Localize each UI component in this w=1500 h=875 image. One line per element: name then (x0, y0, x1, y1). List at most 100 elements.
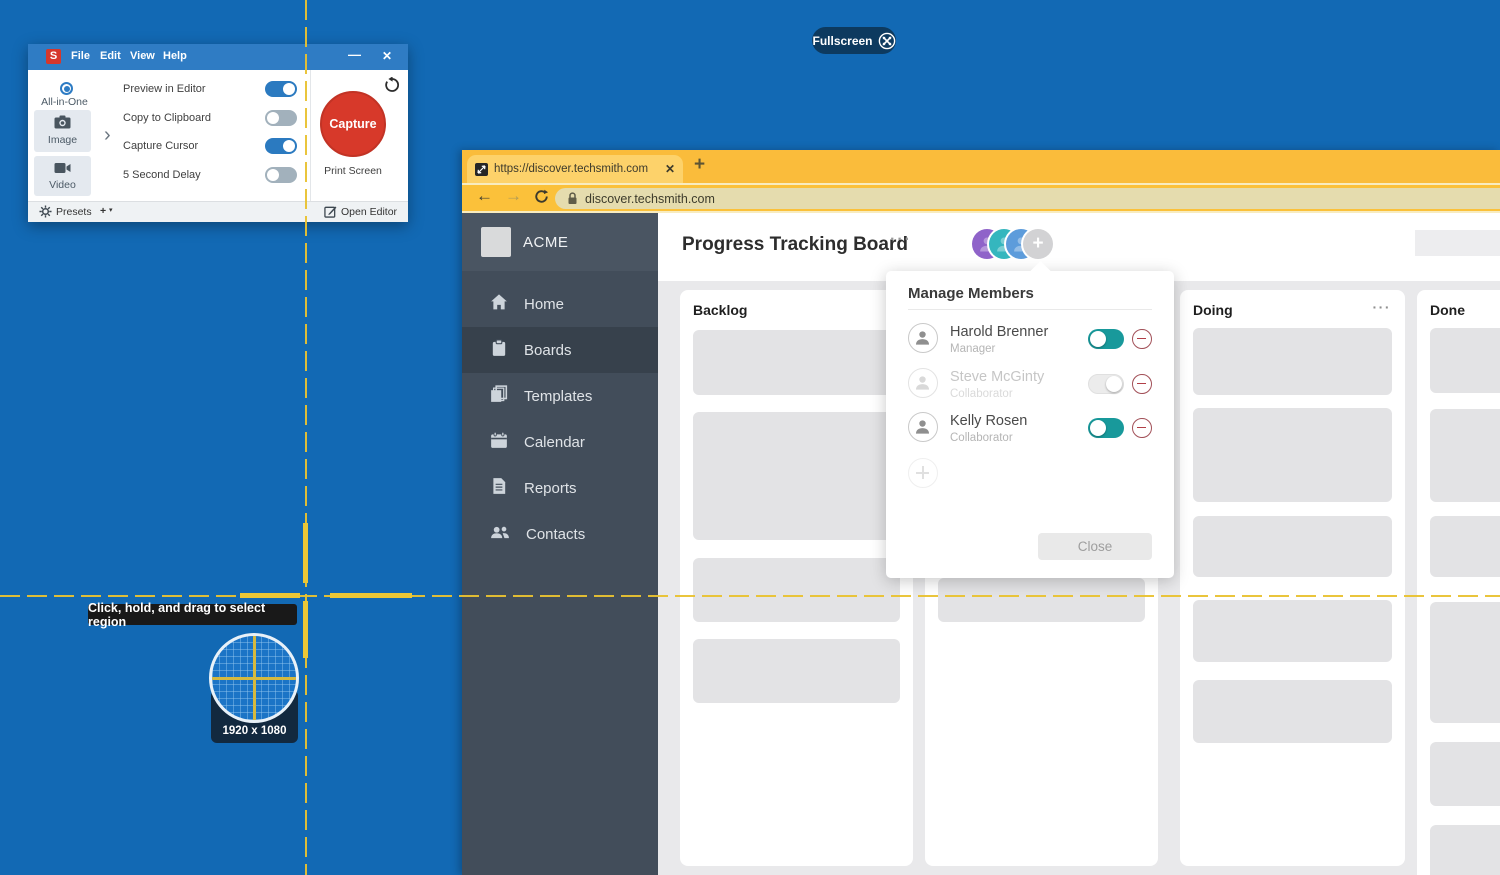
member-toggle[interactable] (1088, 329, 1124, 349)
add-member-button[interactable] (908, 458, 938, 488)
member-role: Collaborator (950, 388, 1013, 400)
presets-label[interactable]: Presets (56, 206, 92, 218)
close-button-label: Close (1078, 539, 1113, 554)
column-menu-icon[interactable]: ··· (1373, 299, 1392, 315)
camera-icon (34, 115, 91, 134)
minimize-icon[interactable]: — (348, 47, 361, 62)
sidebar-item-contacts[interactable]: Contacts (462, 511, 658, 557)
kanban-card[interactable] (1430, 409, 1500, 502)
option-toggle-cursor[interactable] (265, 138, 297, 154)
option-label: 5 Second Delay (123, 169, 201, 181)
kanban-card[interactable] (1430, 328, 1500, 393)
kanban-card[interactable] (1430, 742, 1500, 806)
kanban-card[interactable] (1193, 408, 1392, 502)
sidebar-item-home[interactable]: Home (462, 281, 658, 327)
column-title: Doing (1193, 302, 1233, 318)
open-editor-icon[interactable] (324, 205, 337, 221)
kanban-card[interactable] (693, 558, 900, 622)
snagit-titlebar[interactable]: S File Edit View Help — ✕ (28, 44, 408, 70)
forward-icon[interactable]: → (505, 186, 522, 206)
crosshair-segment (303, 601, 308, 658)
board-menu-icon[interactable]: ··· (890, 231, 912, 249)
chevron-right-icon[interactable]: › (104, 124, 111, 147)
reload-icon[interactable] (534, 189, 549, 209)
toggle-knob (283, 140, 295, 152)
option-toggle-preview[interactable] (265, 81, 297, 97)
home-icon (490, 293, 508, 316)
close-icon[interactable]: ✕ (382, 49, 392, 63)
kanban-card[interactable] (693, 330, 900, 395)
sidebar-item-templates[interactable]: Templates (462, 373, 658, 419)
calendar-icon (490, 431, 508, 454)
kanban-card[interactable] (1193, 516, 1392, 577)
tab-close-icon[interactable]: ✕ (665, 162, 675, 176)
option-label: Capture Cursor (123, 140, 198, 152)
fullscreen-expand-icon (878, 32, 896, 50)
sidebar-item-boards[interactable]: Boards (462, 327, 658, 373)
mode-video[interactable]: Video (34, 156, 91, 196)
kanban-card[interactable] (938, 578, 1145, 622)
remove-member-button[interactable] (1132, 418, 1152, 438)
add-avatar-button[interactable]: + (1023, 229, 1053, 259)
presets-caret-icon[interactable]: ▾ (109, 206, 113, 214)
kanban-card[interactable] (1193, 600, 1392, 662)
boards-icon (490, 339, 508, 362)
tab-title: https://discover.techsmith.com (494, 163, 659, 175)
kanban-card[interactable] (693, 639, 900, 703)
tab-favicon (475, 163, 488, 176)
close-button[interactable]: Close (1038, 533, 1152, 560)
add-preset-icon[interactable]: + (100, 205, 106, 217)
kanban-card[interactable] (1430, 825, 1500, 875)
option-toggle-clipboard[interactable] (265, 110, 297, 126)
reports-icon (490, 477, 508, 500)
kanban-card[interactable] (1430, 516, 1500, 577)
reset-icon[interactable] (384, 77, 400, 98)
kanban-card[interactable] (693, 412, 900, 540)
header-placeholder-box (1415, 230, 1500, 256)
sidebar-item-label: Templates (524, 388, 592, 405)
browser-toolbar: ← → discover.techsmith.com (462, 183, 1500, 213)
menu-help[interactable]: Help (163, 50, 187, 62)
back-icon[interactable]: ← (476, 186, 493, 206)
address-url: discover.techsmith.com (585, 192, 715, 206)
member-row: Kelly Rosen Collaborator (886, 411, 1174, 447)
open-editor-label[interactable]: Open Editor (341, 206, 397, 218)
member-row: Harold Brenner Manager (886, 322, 1174, 358)
fullscreen-button[interactable]: Fullscreen (812, 27, 896, 54)
member-avatar (908, 323, 938, 353)
remove-member-button[interactable] (1132, 329, 1152, 349)
option-label: Copy to Clipboard (123, 112, 211, 124)
remove-member-button[interactable] (1132, 374, 1152, 394)
capture-button[interactable]: Capture (320, 91, 386, 157)
mode-all-in-one[interactable]: All-in-One (34, 76, 91, 108)
member-role: Manager (950, 343, 995, 355)
menu-file[interactable]: File (71, 50, 90, 62)
contacts-icon (490, 523, 510, 546)
kanban-card[interactable] (1430, 602, 1500, 723)
crosshair-segment (303, 523, 308, 583)
mode-label: Video (34, 179, 91, 191)
mode-image[interactable]: Image (34, 110, 91, 152)
address-bar[interactable]: discover.techsmith.com (555, 188, 1500, 209)
sidebar-item-reports[interactable]: Reports (462, 465, 658, 511)
fullscreen-label: Fullscreen (812, 34, 872, 48)
sidebar-item-label: Contacts (526, 526, 585, 543)
kanban-card[interactable] (1193, 328, 1392, 395)
member-role: Collaborator (950, 432, 1013, 444)
menu-view[interactable]: View (130, 50, 155, 62)
option-toggle-delay[interactable] (265, 167, 297, 183)
sidebar-item-calendar[interactable]: Calendar (462, 419, 658, 465)
gear-icon[interactable] (39, 205, 52, 221)
new-tab-icon[interactable]: + (694, 154, 705, 176)
sidebar-item-label: Calendar (524, 434, 585, 451)
member-toggle[interactable] (1088, 418, 1124, 438)
browser-tab[interactable]: https://discover.techsmith.com ✕ (467, 155, 683, 183)
menu-edit[interactable]: Edit (100, 50, 121, 62)
kanban-card[interactable] (1193, 680, 1392, 743)
toggle-knob (267, 112, 279, 124)
member-toggle[interactable] (1088, 374, 1124, 394)
sidebar-item-label: Boards (524, 342, 572, 359)
capture-button-label: Capture (329, 117, 376, 131)
mode-label: All-in-One (30, 96, 99, 108)
capture-hotkey-label: Print Screen (320, 165, 386, 177)
